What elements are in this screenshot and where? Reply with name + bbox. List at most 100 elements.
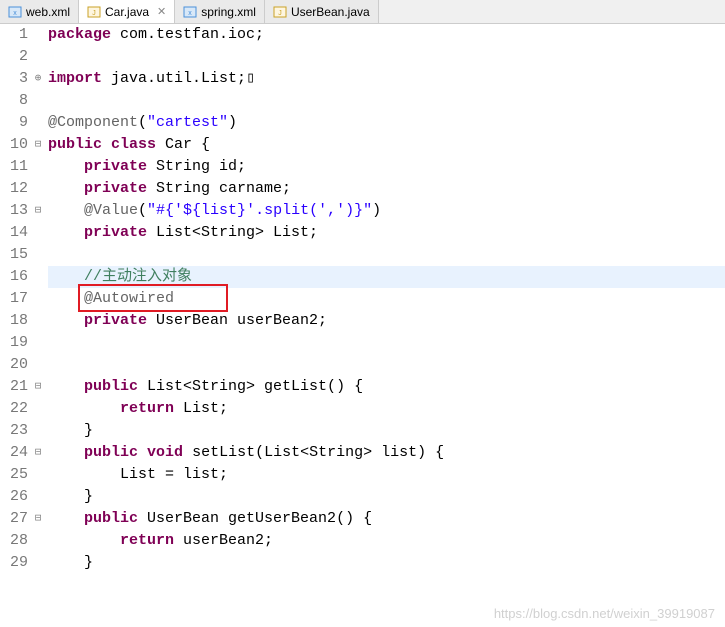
code-text: UserBean userBean2;	[147, 312, 327, 329]
fold-collapse-icon[interactable]: ⊟	[32, 134, 44, 156]
code-text: com.testfan.ioc;	[111, 26, 264, 43]
string: "#{'${list}'.split(',')}"	[147, 202, 372, 219]
fold-collapse-icon[interactable]: ⊟	[32, 508, 44, 530]
line-number: 15	[0, 244, 28, 266]
svg-text:x: x	[13, 10, 17, 17]
tab-userbean-java[interactable]: J UserBean.java	[265, 0, 379, 23]
line-number: 27	[0, 508, 28, 530]
code-text: (	[138, 202, 147, 219]
code-text: }	[84, 488, 93, 505]
line-number: 10	[0, 134, 28, 156]
keyword: public	[84, 510, 138, 527]
code-line: return userBean2;	[48, 530, 725, 552]
space	[138, 444, 147, 461]
fold-mark	[32, 112, 44, 134]
line-number: 24	[0, 442, 28, 464]
line-number: 22	[0, 398, 28, 420]
tab-label: Car.java	[105, 5, 149, 19]
fold-collapse-icon[interactable]: ⊟	[32, 200, 44, 222]
line-number: 8	[0, 90, 28, 112]
fold-mark	[32, 244, 44, 266]
code-line: public void setList(List<String> list) {	[48, 442, 725, 464]
line-number: 26	[0, 486, 28, 508]
fold-mark	[32, 530, 44, 552]
space	[102, 136, 111, 153]
code-line-current: //主动注入对象	[48, 266, 725, 288]
line-number: 11	[0, 156, 28, 178]
line-gutter: 1 2 3 8 9 10 11 12 13 14 15 16 17 18 19 …	[0, 24, 32, 627]
annotation: @Component	[48, 114, 138, 131]
svg-text:x: x	[189, 10, 193, 17]
svg-text:J: J	[278, 10, 282, 17]
fold-mark	[32, 46, 44, 68]
annotation-autowired: @Autowired	[84, 290, 174, 307]
tab-spring-xml[interactable]: x spring.xml	[175, 0, 265, 23]
code-line: package com.testfan.ioc;	[48, 24, 725, 46]
code-line: public List<String> getList() {	[48, 376, 725, 398]
line-number: 12	[0, 178, 28, 200]
line-number: 2	[0, 46, 28, 68]
close-icon[interactable]: ✕	[157, 5, 166, 18]
fold-mark	[32, 90, 44, 112]
fold-mark	[32, 288, 44, 310]
tab-label: web.xml	[26, 5, 70, 19]
code-line: private UserBean userBean2;	[48, 310, 725, 332]
code-text: (	[138, 114, 147, 131]
code-line: }	[48, 486, 725, 508]
code-line: @Component("cartest")	[48, 112, 725, 134]
keyword: private	[84, 312, 147, 329]
fold-mark	[32, 178, 44, 200]
annotation: @Value	[84, 202, 138, 219]
keyword: return	[120, 532, 174, 549]
string: "cartest"	[147, 114, 228, 131]
code-line: List = list;	[48, 464, 725, 486]
fold-mark	[32, 420, 44, 442]
code-line: @Autowired	[48, 288, 725, 310]
code-text: String carname;	[147, 180, 291, 197]
code-text: List;	[174, 400, 228, 417]
fold-collapse-icon[interactable]: ⊟	[32, 442, 44, 464]
fold-expand-icon[interactable]: ⊕	[32, 68, 44, 90]
line-number: 16	[0, 266, 28, 288]
keyword: package	[48, 26, 111, 43]
tab-label: UserBean.java	[291, 5, 370, 19]
line-number: 3	[0, 68, 28, 90]
tab-label: spring.xml	[201, 5, 256, 19]
fold-mark	[32, 24, 44, 46]
fold-mark	[32, 222, 44, 244]
code-line	[48, 354, 725, 376]
code-line: private String id;	[48, 156, 725, 178]
keyword: return	[120, 400, 174, 417]
line-number: 20	[0, 354, 28, 376]
code-text: String id;	[147, 158, 246, 175]
fold-mark	[32, 156, 44, 178]
code-line: }	[48, 552, 725, 574]
fold-collapse-icon[interactable]: ⊟	[32, 376, 44, 398]
tab-car-java[interactable]: J Car.java ✕	[79, 0, 175, 23]
code-text: List<String> getList() {	[138, 378, 363, 395]
line-number: 23	[0, 420, 28, 442]
line-number: 29	[0, 552, 28, 574]
keyword: private	[84, 158, 147, 175]
code-text: )	[372, 202, 381, 219]
code-line: }	[48, 420, 725, 442]
tab-web-xml[interactable]: x web.xml	[0, 0, 79, 23]
code-line: private List<String> List;	[48, 222, 725, 244]
code-line: public UserBean getUserBean2() {	[48, 508, 725, 530]
line-number: 17	[0, 288, 28, 310]
line-number: 9	[0, 112, 28, 134]
code-line	[48, 46, 725, 68]
code-text: List = list;	[120, 466, 228, 483]
line-number: 28	[0, 530, 28, 552]
code-line	[48, 332, 725, 354]
code-line: import java.util.List;▯	[48, 68, 725, 90]
keyword: class	[111, 136, 156, 153]
keyword: public	[84, 378, 138, 395]
code-line	[48, 244, 725, 266]
watermark: https://blog.csdn.net/weixin_39919087	[494, 606, 715, 621]
code-editor[interactable]: 1 2 3 8 9 10 11 12 13 14 15 16 17 18 19 …	[0, 24, 725, 627]
java-icon: J	[273, 5, 287, 19]
code-text: )	[228, 114, 237, 131]
code-area[interactable]: package com.testfan.ioc; import java.uti…	[44, 24, 725, 627]
fold-mark	[32, 398, 44, 420]
